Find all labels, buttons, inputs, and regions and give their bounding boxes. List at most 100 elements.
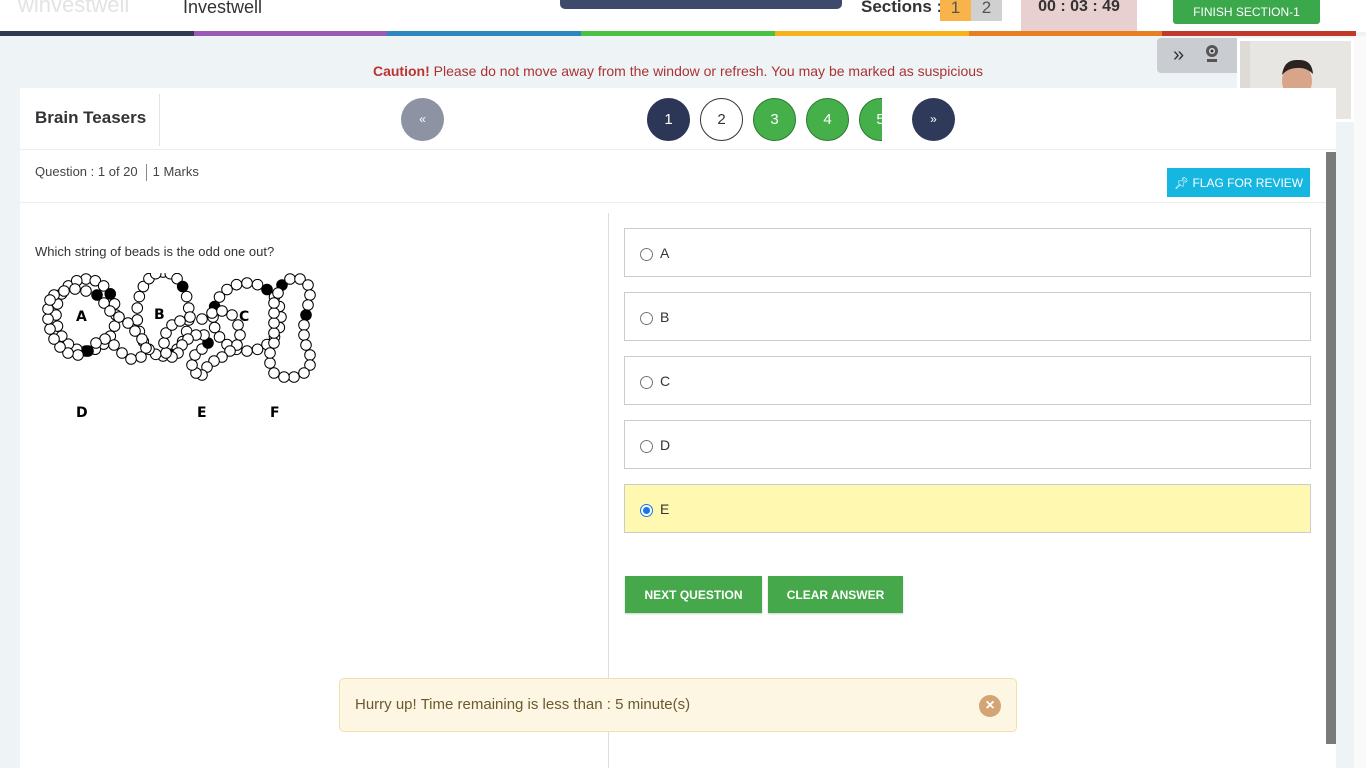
white-bead: [304, 349, 316, 361]
option-b-label: B: [660, 309, 670, 325]
flag-for-review-button[interactable]: 📌︎ FLAG FOR REVIEW: [1167, 168, 1310, 197]
option-d-label: D: [660, 437, 671, 453]
option-b[interactable]: B: [624, 292, 1311, 341]
option-e-label: E: [660, 501, 670, 517]
white-bead: [264, 347, 276, 359]
option-e-radio[interactable]: [640, 504, 653, 517]
panel-scrollbar[interactable]: [1326, 152, 1336, 744]
white-bead: [208, 321, 221, 334]
white-bead: [48, 333, 60, 345]
section-title: Brain Teasers: [35, 108, 147, 127]
white-bead: [69, 283, 81, 295]
white-bead: [72, 349, 84, 361]
question-marks: 1 Marks: [152, 164, 199, 179]
option-d[interactable]: D: [624, 420, 1311, 469]
question-number-4[interactable]: 4: [806, 98, 849, 141]
caution-banner: Caution! Please do not move away from th…: [0, 63, 1356, 79]
white-bead: [213, 331, 226, 343]
black-bead: [104, 288, 117, 300]
white-bead: [58, 285, 70, 297]
white-bead: [42, 313, 54, 325]
brand-logo: winvestwell: [18, 0, 130, 17]
white-bead: [160, 347, 172, 359]
pin-icon: 📌︎: [1173, 175, 1190, 190]
section-1-button[interactable]: 1: [940, 0, 971, 21]
stripe-segment: [968, 31, 1163, 36]
white-bead: [302, 279, 314, 291]
option-c[interactable]: C: [624, 356, 1311, 405]
bead-label-c: C: [239, 309, 249, 325]
toast-message: Hurry up! Time remaining is less than : …: [355, 696, 691, 713]
white-bead: [196, 313, 208, 325]
prev-questions-button[interactable]: «: [401, 98, 444, 141]
bead-strings-figure: A B C D E F: [42, 273, 316, 421]
white-bead: [174, 315, 186, 327]
section-2-button[interactable]: 2: [971, 0, 1002, 21]
option-b-radio[interactable]: [640, 312, 653, 325]
white-bead: [44, 294, 56, 306]
stripe-segment: [774, 31, 969, 36]
clear-answer-button[interactable]: CLEAR ANSWER: [768, 576, 903, 613]
color-stripe: [0, 31, 1357, 36]
white-bead: [90, 337, 102, 349]
white-bead: [268, 307, 280, 319]
option-c-radio[interactable]: [640, 376, 653, 389]
white-bead: [80, 285, 92, 297]
black-bead: [82, 345, 94, 357]
stripe-segment: [0, 31, 194, 36]
webcam-icon[interactable]: [1204, 44, 1220, 64]
white-bead: [180, 290, 193, 303]
option-d-radio[interactable]: [640, 440, 653, 453]
white-bead: [133, 290, 146, 303]
question-number-5[interactable]: 5: [859, 98, 882, 141]
white-bead: [135, 351, 147, 363]
option-a[interactable]: A: [624, 228, 1311, 277]
stripe-segment: [387, 31, 582, 36]
question-number-2[interactable]: 2: [700, 98, 743, 141]
white-bead: [298, 319, 310, 331]
page-scroll-track: [1354, 36, 1366, 768]
white-bead: [80, 273, 92, 285]
white-bead: [226, 309, 238, 321]
black-bead: [176, 280, 189, 293]
white-bead: [268, 327, 280, 339]
close-circle-icon[interactable]: ×: [979, 695, 1001, 717]
option-c-label: C: [660, 373, 671, 389]
white-bead: [284, 273, 296, 285]
white-bead: [206, 307, 218, 319]
next-question-button[interactable]: NEXT QUESTION: [625, 576, 762, 613]
white-bead: [251, 343, 264, 356]
white-bead: [131, 302, 144, 314]
question-meta: Question : 1 of 20 1 Marks: [35, 164, 199, 182]
brand-name: Investwell: [183, 0, 263, 17]
question-number-3[interactable]: 3: [753, 98, 796, 141]
white-bead: [221, 283, 233, 296]
white-bead: [44, 323, 56, 335]
white-bead: [272, 287, 284, 299]
white-bead: [268, 317, 280, 329]
stripe-segment: [193, 31, 388, 36]
white-bead: [300, 339, 312, 351]
stripe-segment: [581, 31, 775, 36]
question-number-1[interactable]: 1: [647, 98, 690, 141]
countdown-timer: 00 : 03 : 49: [1021, 0, 1137, 31]
option-a-radio[interactable]: [640, 248, 653, 261]
bead-label-a: A: [76, 309, 87, 325]
finish-section-button[interactable]: FINISH SECTION-1: [1173, 0, 1320, 24]
white-bead: [298, 329, 310, 341]
divider: [20, 202, 1326, 203]
top-bar: winvestwell Investwell Sections : 1 2 00…: [0, 0, 1366, 32]
white-bead: [268, 297, 280, 309]
next-questions-button[interactable]: »: [912, 98, 955, 141]
time-warning-toast: Hurry up! Time remaining is less than : …: [339, 678, 1017, 732]
white-bead: [298, 367, 310, 379]
flag-label: FLAG FOR REVIEW: [1192, 175, 1304, 190]
white-bead: [234, 329, 246, 341]
white-bead: [149, 273, 162, 280]
option-e[interactable]: E: [624, 484, 1311, 533]
white-bead: [268, 337, 280, 349]
divider: [145, 164, 147, 182]
bead-label-e: E: [197, 405, 207, 421]
bead-label-d: D: [76, 405, 88, 421]
white-bead: [268, 367, 280, 379]
